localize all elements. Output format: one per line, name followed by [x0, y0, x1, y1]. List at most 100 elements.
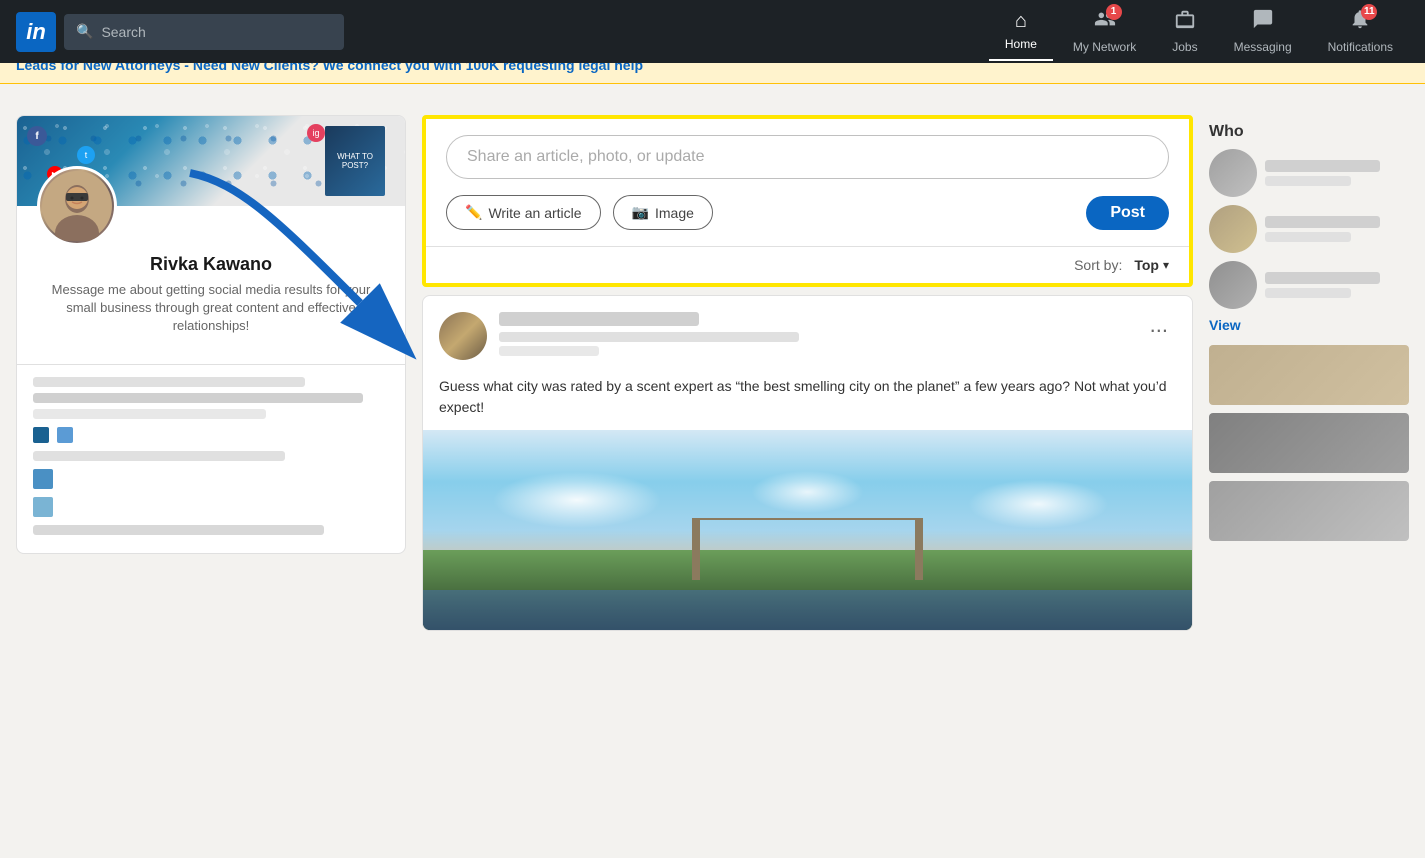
stat-icon-3: [33, 497, 53, 517]
jobs-icon: [1174, 8, 1196, 36]
stat-icon-row: [33, 427, 389, 443]
right-person-1: [1209, 149, 1409, 197]
right-sub-1: [1265, 176, 1351, 186]
nav-label-my-network: My Network: [1073, 40, 1136, 54]
stat-bar-2: [33, 393, 363, 403]
right-person-3: [1209, 261, 1409, 309]
right-meta-3: [1265, 272, 1409, 298]
post-button[interactable]: Post: [1086, 196, 1169, 230]
bridge-cable: [692, 518, 923, 520]
nav-item-notifications[interactable]: 11 Notifications: [1312, 0, 1409, 64]
navbar: in 🔍 ⌂ Home 1 My Network Jobs Messaging: [0, 0, 1425, 63]
stat-icon-2: [33, 469, 53, 489]
share-actions: ✏️ Write an article 📷 Image Post: [446, 195, 1169, 230]
share-box: Share an article, photo, or update ✏️ Wr…: [426, 119, 1189, 246]
image-button[interactable]: 📷 Image: [613, 195, 713, 230]
ig-icon: ig: [307, 124, 325, 142]
nav-label-notifications: Notifications: [1328, 40, 1393, 54]
twitter-icon: t: [77, 146, 95, 164]
profile-avatar-container: [37, 166, 117, 246]
post-more-button[interactable]: ...: [1142, 312, 1176, 338]
image-label: Image: [655, 205, 694, 221]
right-avatar-2: [1209, 205, 1257, 253]
share-input[interactable]: Share an article, photo, or update: [446, 135, 1169, 179]
stat-bar-4: [33, 451, 285, 461]
profile-bio: Message me about getting social media re…: [41, 281, 381, 336]
right-sidebar: Who View: [1209, 115, 1409, 639]
post-image-water: [423, 590, 1192, 630]
right-banner-1: [1209, 345, 1409, 405]
linkedin-logo[interactable]: in: [16, 12, 56, 52]
post-name-blurred: [499, 312, 699, 326]
post-subtitle-blurred: [499, 332, 799, 342]
nav-item-my-network[interactable]: 1 My Network: [1057, 0, 1152, 64]
image-icon: 📷: [632, 204, 649, 221]
sort-label: Sort by:: [1074, 257, 1122, 273]
right-sub-3: [1265, 288, 1351, 298]
right-banner-2: [1209, 413, 1409, 473]
nav-item-messaging[interactable]: Messaging: [1218, 0, 1308, 64]
stat-icon-lightblue: [57, 427, 73, 443]
nav-label-home: Home: [1005, 37, 1037, 51]
profile-stats-area: [17, 377, 405, 553]
right-meta-2: [1265, 216, 1409, 242]
profile-info: Rivka Kawano Message me about getting so…: [17, 246, 405, 352]
nav-label-messaging: Messaging: [1234, 40, 1292, 54]
messaging-icon: [1252, 8, 1274, 36]
book-cover: WHAT TO POST?: [325, 126, 385, 196]
left-sidebar: f t ig ▶ WHAT TO POST?: [16, 115, 406, 639]
bridge-tower-right: [915, 520, 923, 580]
nav-item-jobs[interactable]: Jobs: [1156, 0, 1213, 64]
right-meta-1: [1265, 160, 1409, 186]
post-avatar-inner: [439, 312, 487, 360]
stat-bar-5: [33, 525, 324, 535]
notifications-badge: 11: [1361, 4, 1377, 20]
fb-icon: f: [27, 126, 47, 146]
sort-chevron-icon[interactable]: ▾: [1163, 258, 1169, 272]
write-article-icon: ✏️: [465, 204, 482, 221]
right-name-1: [1265, 160, 1380, 172]
profile-divider: [17, 364, 405, 365]
search-input[interactable]: [101, 24, 332, 40]
right-sub-2: [1265, 232, 1351, 242]
sort-value: Top: [1134, 257, 1159, 273]
my-network-badge: 1: [1106, 4, 1122, 20]
post-avatar: [439, 312, 487, 360]
stat-icon-blue: [33, 427, 49, 443]
write-article-label: Write an article: [488, 205, 581, 221]
post-header: ...: [423, 296, 1192, 376]
stat-bar-1: [33, 377, 305, 387]
bridge-tower-left: [692, 520, 700, 580]
center-feed: Share an article, photo, or update ✏️ Wr…: [422, 115, 1193, 639]
avatar: [37, 166, 117, 246]
right-person-2: [1209, 205, 1409, 253]
right-panel-title: Who: [1209, 123, 1244, 140]
profile-card: f t ig ▶ WHAT TO POST?: [16, 115, 406, 554]
view-all-link[interactable]: View: [1209, 317, 1409, 333]
stat-bar-3: [33, 409, 266, 419]
post-image-clouds: [423, 460, 1192, 540]
main-nav: ⌂ Home 1 My Network Jobs Messaging: [989, 0, 1409, 64]
post-text: Guess what city was rated by a scent exp…: [423, 376, 1192, 430]
sort-bar: Sort by: Top ▾: [426, 246, 1189, 283]
home-icon: ⌂: [1015, 10, 1027, 33]
main-content: Leads for New Attorneys - Need New Clien…: [0, 63, 1425, 655]
right-panel-header: Who: [1209, 115, 1409, 149]
post-image: [423, 430, 1192, 630]
my-network-icon: 1: [1094, 8, 1116, 36]
share-box-wrapper: Share an article, photo, or update ✏️ Wr…: [422, 115, 1193, 287]
right-name-3: [1265, 272, 1380, 284]
search-icon: 🔍: [76, 23, 93, 40]
nav-item-home[interactable]: ⌂ Home: [989, 2, 1053, 61]
right-banner-3: [1209, 481, 1409, 541]
nav-label-jobs: Jobs: [1172, 40, 1197, 54]
profile-name: Rivka Kawano: [41, 254, 381, 275]
notifications-icon: 11: [1349, 8, 1371, 36]
right-avatar-1: [1209, 149, 1257, 197]
write-article-button[interactable]: ✏️ Write an article: [446, 195, 601, 230]
search-bar[interactable]: 🔍: [64, 14, 344, 50]
right-name-2: [1265, 216, 1380, 228]
post-time-blurred: [499, 346, 599, 356]
post-card: ... Guess what city was rated by a scent…: [422, 295, 1193, 631]
right-avatar-3: [1209, 261, 1257, 309]
